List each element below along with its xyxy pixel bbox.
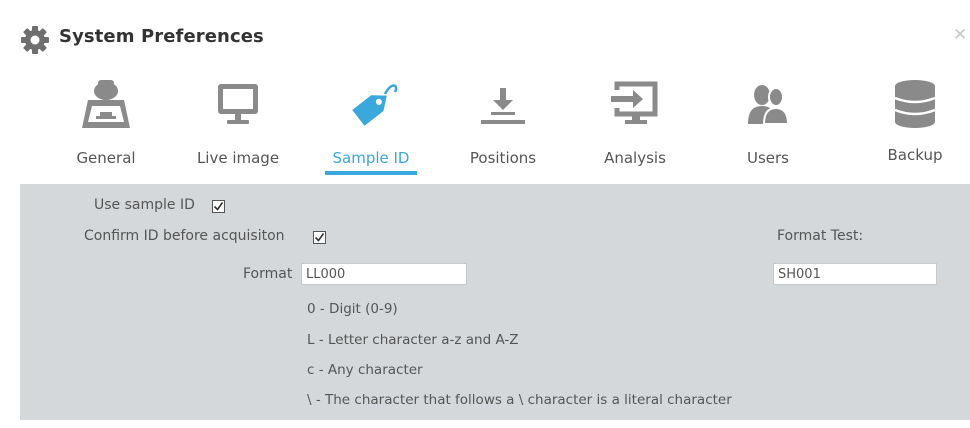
database-icon xyxy=(855,78,970,128)
active-tab-indicator xyxy=(325,171,417,175)
sample-id-panel: Use sample ID Confirm ID before acquisit… xyxy=(20,184,970,420)
format-label: Format xyxy=(243,266,293,282)
window-title: System Preferences xyxy=(59,26,264,47)
tab-label-backup: Backup xyxy=(887,146,943,164)
tab-live-image[interactable]: Live image xyxy=(178,68,298,184)
format-input[interactable] xyxy=(301,263,467,285)
tab-general[interactable]: General xyxy=(46,68,166,184)
tab-users[interactable]: Users xyxy=(708,68,828,184)
tab-label-users: Users xyxy=(746,149,789,167)
format-test-input[interactable] xyxy=(773,263,937,285)
monitor-icon xyxy=(178,78,298,128)
checkmark-icon xyxy=(213,202,224,211)
confirm-id-label: Confirm ID before acquisiton xyxy=(84,228,285,244)
tab-label-general: General xyxy=(76,149,136,167)
confirm-id-checkbox[interactable] xyxy=(313,231,326,244)
use-sample-id-label: Use sample ID xyxy=(94,197,195,213)
help-literal-character: \ - The character that follows a \ chara… xyxy=(307,392,732,408)
tab-label-sample-id: Sample ID xyxy=(332,149,410,167)
scanner-icon xyxy=(46,78,166,128)
tab-label-live-image: Live image xyxy=(196,149,280,167)
help-any-character: c - Any character xyxy=(307,362,423,378)
help-digit: 0 - Digit (0-9) xyxy=(307,301,398,317)
preferences-window: System Preferences ✕ General Live image … xyxy=(8,8,970,420)
use-sample-id-checkbox[interactable] xyxy=(212,200,225,213)
tab-label-analysis: Analysis xyxy=(604,149,666,167)
users-icon xyxy=(708,78,828,128)
tab-label-positions: Positions xyxy=(469,149,537,167)
title-bar: System Preferences ✕ xyxy=(8,8,970,68)
tab-sample-id[interactable]: Sample ID xyxy=(311,68,431,184)
close-icon[interactable]: ✕ xyxy=(953,26,967,44)
gear-icon xyxy=(20,25,50,55)
download-tray-icon xyxy=(443,78,563,128)
tag-icon xyxy=(311,78,431,128)
tab-backup[interactable]: Backup xyxy=(855,68,970,184)
tab-bar: General Live image Sample ID Positions A… xyxy=(8,68,970,184)
tab-analysis[interactable]: Analysis xyxy=(575,68,695,184)
checkmark-icon xyxy=(314,233,325,242)
tab-positions[interactable]: Positions xyxy=(443,68,563,184)
format-test-label: Format Test: xyxy=(777,228,864,244)
screen-input-icon xyxy=(575,78,695,128)
help-letter: L - Letter character a-z and A-Z xyxy=(307,332,519,348)
